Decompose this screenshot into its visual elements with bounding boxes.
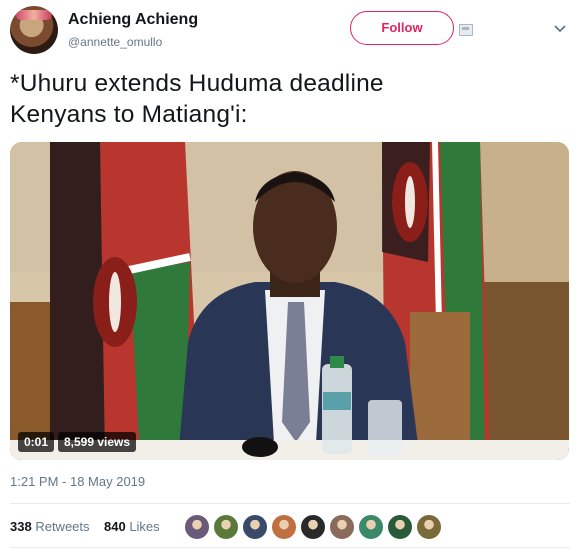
follow-button[interactable]: Follow (350, 11, 454, 45)
tweet-timestamp[interactable]: 1:21 PM - 18 May 2019 (10, 474, 145, 489)
liker-avatar-5[interactable] (300, 514, 326, 540)
liker-avatar-1[interactable] (184, 514, 210, 540)
author-handle[interactable]: @annette_omullo (68, 35, 162, 49)
author-display-name[interactable]: Achieng Achieng (68, 11, 198, 29)
liker-avatar-7[interactable] (358, 514, 384, 540)
video-duration-badge: 0:01 (18, 432, 55, 452)
retweets-count[interactable]: 338 (10, 519, 32, 534)
liker-avatar-6[interactable] (329, 514, 355, 540)
engagement-stats: 338 Retweets 840 Likes (10, 519, 160, 534)
liker-avatar-8[interactable] (387, 514, 413, 540)
video-player[interactable]: 0:01 8,599 views (10, 142, 569, 460)
retweets-label[interactable]: Retweets (35, 519, 89, 534)
author-avatar[interactable] (10, 6, 58, 54)
liker-avatar-9[interactable] (416, 514, 442, 540)
tweet-text: *Uhuru extends Huduma deadline Kenyans t… (10, 70, 384, 128)
liker-avatar-2[interactable] (213, 514, 239, 540)
video-views-badge: 8,599 views (58, 432, 137, 452)
divider (10, 547, 570, 548)
video-frame (10, 142, 569, 460)
likes-count[interactable]: 840 (104, 519, 126, 534)
liker-avatar-3[interactable] (242, 514, 268, 540)
likes-label[interactable]: Likes (129, 519, 159, 534)
liker-avatar-4[interactable] (271, 514, 297, 540)
divider (10, 503, 570, 504)
chevron-down-icon[interactable] (553, 22, 567, 36)
card-icon (459, 24, 473, 36)
